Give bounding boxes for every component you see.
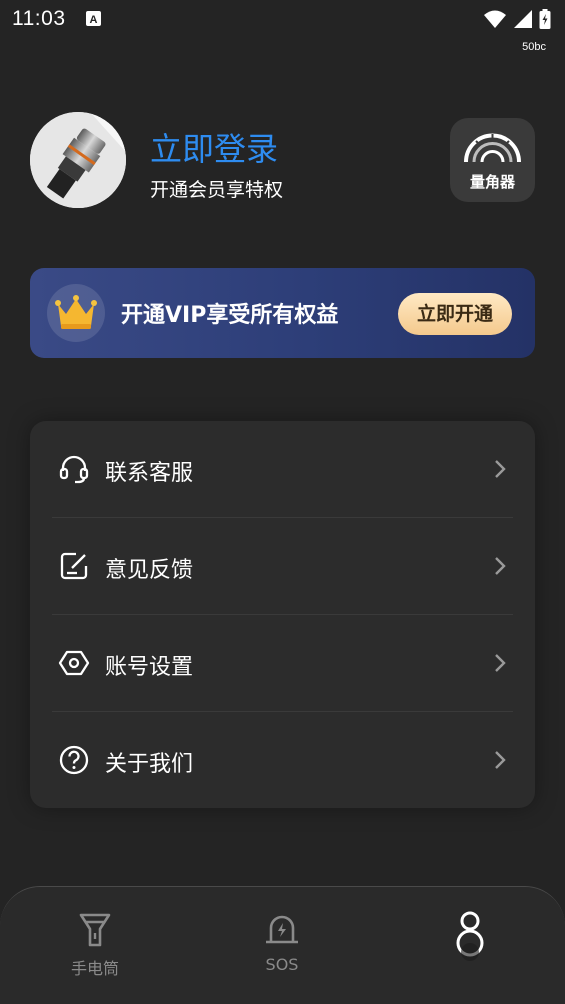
menu-item-account-settings[interactable]: 账号设置 — [30, 615, 535, 712]
crown-icon — [47, 284, 105, 342]
net-speed: 50bc — [522, 41, 546, 53]
tab-label: 手电筒 — [70, 959, 119, 978]
protractor-icon — [464, 133, 521, 163]
status-icons — [483, 9, 551, 29]
profile-icon — [456, 911, 484, 961]
svg-text:A: A — [90, 14, 98, 26]
feedback-icon — [60, 552, 88, 580]
flashlight-icon — [79, 913, 111, 947]
avatar[interactable] — [30, 112, 126, 208]
settings-hex-icon — [58, 650, 90, 676]
menu-item-about-us[interactable]: 关于我们 — [30, 712, 535, 809]
menu-item-feedback[interactable]: 意见反馈 — [30, 518, 535, 615]
menu-item-label: 关于我们 — [105, 752, 194, 777]
headset-icon — [59, 455, 89, 484]
a-notification-icon: A — [86, 11, 101, 26]
battery-icon — [539, 9, 551, 29]
bottom-nav: 手电筒 SOS — [0, 886, 565, 1004]
login-title[interactable]: 立即登录 — [150, 124, 278, 170]
tab-label: SOS — [265, 955, 299, 974]
menu-item-contact-service[interactable]: 联系客服 — [30, 421, 535, 518]
help-icon — [59, 745, 89, 775]
vip-open-button[interactable]: 立即开通 — [398, 293, 512, 335]
vip-text: 开通VIP享受所有权益 — [121, 303, 339, 328]
vip-banner[interactable]: 开通VIP享受所有权益 立即开通 — [30, 268, 535, 358]
protractor-label: 量角器 — [469, 173, 515, 191]
chevron-right-icon — [495, 460, 506, 478]
alarm-icon — [266, 915, 298, 944]
flashlight-avatar-icon — [30, 112, 126, 208]
vip-subtitle: 开通会员享特权 — [150, 179, 284, 201]
menu-card: 联系客服 意见反馈 账号设置 关于我们 — [30, 421, 535, 808]
menu-item-label: 联系客服 — [105, 461, 194, 486]
chevron-right-icon — [495, 751, 506, 769]
signal-icon — [514, 10, 532, 28]
tab-sos[interactable]: SOS — [232, 887, 332, 1004]
menu-item-label: 意见反馈 — [105, 558, 194, 583]
protractor-button[interactable]: 量角器 — [450, 118, 535, 202]
tab-flashlight[interactable]: 手电筒 — [45, 887, 145, 1004]
chevron-right-icon — [495, 654, 506, 672]
chevron-right-icon — [495, 557, 506, 575]
status-time: 11:03 — [12, 7, 66, 30]
tab-profile[interactable] — [420, 887, 520, 1004]
menu-item-label: 账号设置 — [105, 655, 194, 680]
wifi-icon — [484, 10, 506, 28]
status-bar: 11:03 A 50bc — [0, 0, 565, 53]
